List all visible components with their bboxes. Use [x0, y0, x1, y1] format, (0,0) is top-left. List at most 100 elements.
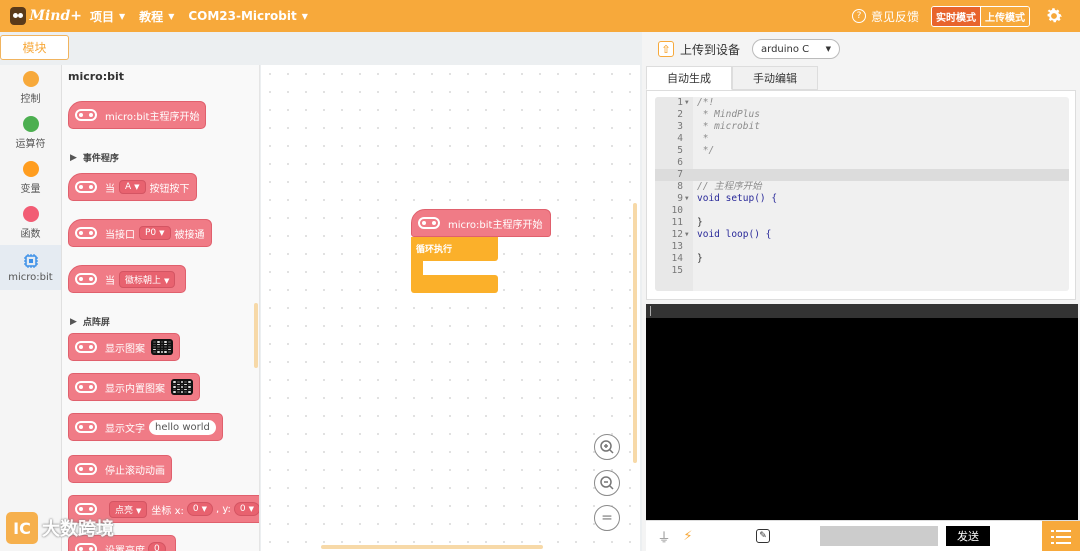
code-line[interactable]: 7: [655, 169, 1069, 181]
code-line[interactable]: 15: [655, 265, 1069, 277]
block-stop-animation[interactable]: 停止滚动动画: [68, 455, 172, 483]
block-flyout: micro:bit micro:bit主程序开始 ▶ 事件程序 当 A ▼ 按钮按…: [62, 65, 260, 551]
brightness-field[interactable]: 0: [148, 542, 166, 551]
line-number: 1: [677, 97, 683, 108]
send-button[interactable]: 发送: [946, 526, 990, 546]
line-number: 5: [677, 145, 683, 156]
section-matrix[interactable]: ▶ 点阵屏: [70, 315, 110, 329]
pin-dropdown[interactable]: P0 ▼: [139, 226, 171, 240]
gesture-dropdown[interactable]: 徽标朝上 ▼: [119, 270, 176, 288]
workspace-block-forever[interactable]: 循环执行: [411, 237, 498, 261]
serial-send-input[interactable]: [820, 526, 938, 546]
serial-output-bar: [646, 304, 1078, 318]
block-when-pin[interactable]: 当接口 P0 ▼ 被接通: [68, 219, 212, 247]
code-line[interactable]: 12 ▼ void loop() {: [655, 229, 1069, 241]
category-rail: 控制 运算符 变量 函数 micro:bit: [0, 65, 62, 551]
flyout-scrollbar[interactable]: [254, 303, 258, 368]
chevron-down-icon: ▼: [201, 505, 207, 513]
block-when-gesture[interactable]: 当 徽标朝上 ▼: [68, 265, 187, 293]
board-select[interactable]: arduino C ▼: [752, 39, 841, 59]
app-logo: Mind+: [10, 7, 82, 25]
category-control[interactable]: 控制: [0, 65, 61, 110]
led-matrix-field[interactable]: [151, 339, 173, 355]
category-operators[interactable]: 运算符: [0, 110, 61, 155]
feedback-button[interactable]: ? 意见反馈: [851, 8, 919, 25]
microbit-icon: [75, 543, 97, 551]
plug-icon[interactable]: ⚡: [678, 526, 698, 546]
workspace-vertical-scrollbar[interactable]: [633, 203, 637, 463]
upload-icon[interactable]: ⇧: [658, 41, 674, 57]
zoom-in-icon[interactable]: [594, 434, 620, 460]
eraser-icon[interactable]: ✎: [756, 529, 770, 543]
code-line[interactable]: 13: [655, 241, 1069, 253]
fold-icon[interactable]: ▼: [685, 229, 689, 241]
gear-icon[interactable]: [1044, 6, 1064, 26]
usb-icon[interactable]: ⏚: [654, 526, 674, 546]
y-field[interactable]: 0 ▼: [233, 502, 259, 516]
tab-auto-generate[interactable]: 自动生成: [646, 66, 732, 90]
menu-connection[interactable]: COM23-Microbit ▼: [188, 9, 308, 23]
menu-tutorial[interactable]: 教程 ▼: [139, 8, 174, 25]
reset-icon[interactable]: =: [594, 505, 620, 531]
block-show-image[interactable]: 显示图案: [68, 333, 180, 361]
line-number: 15: [671, 265, 683, 276]
block-when-button[interactable]: 当 A ▼ 按钮按下: [68, 173, 197, 201]
block-show-builtin-image[interactable]: 显示内置图案: [68, 373, 200, 401]
chip-icon: [23, 253, 38, 268]
mode-toggle[interactable]: 实时模式 上传模式: [931, 5, 1030, 27]
code-line[interactable]: 5 */: [655, 145, 1069, 157]
code-line[interactable]: 4 *: [655, 133, 1069, 145]
text-cursor: [650, 306, 651, 316]
button-dropdown[interactable]: A ▼: [119, 180, 146, 194]
category-functions[interactable]: 函数: [0, 200, 61, 245]
x-field[interactable]: 0 ▼: [186, 502, 213, 516]
chevron-down-icon: ▼: [248, 505, 255, 513]
menu-project[interactable]: 项目 ▼: [90, 8, 125, 25]
help-icon: ?: [851, 9, 866, 23]
upload-mode-button[interactable]: 上传模式: [980, 6, 1029, 26]
code-text: void loop() {: [697, 229, 772, 240]
chevron-down-icon: ▼: [119, 11, 126, 21]
microbit-icon: [75, 463, 97, 475]
workspace-horizontal-scrollbar[interactable]: [321, 545, 543, 549]
code-line[interactable]: 3 * microbit: [655, 121, 1069, 133]
category-variables[interactable]: 变量: [0, 155, 61, 200]
top-bar: Mind+ 项目 ▼ 教程 ▼ COM23-Microbit ▼ ? 意见反馈 实时模…: [0, 0, 1080, 32]
watermark: IC 大数跨境: [6, 512, 114, 544]
realtime-mode-button[interactable]: 实时模式: [932, 6, 980, 26]
block-workspace[interactable]: micro:bit主程序开始 循环执行 =: [261, 65, 640, 551]
code-line[interactable]: 9 ▼ void setup() {: [655, 193, 1069, 205]
code-text: void setup() {: [697, 193, 778, 204]
logo-text: Mind+: [29, 8, 82, 24]
plot-dropdown[interactable]: 点亮 ▼: [109, 500, 148, 518]
code-line[interactable]: 6: [655, 157, 1069, 169]
block-show-text[interactable]: 显示文字 hello world: [68, 413, 223, 441]
text-input-field[interactable]: hello world: [149, 419, 216, 435]
zoom-out-icon[interactable]: [594, 470, 620, 496]
chevron-down-icon: ▼: [301, 11, 308, 21]
line-number: 3: [677, 121, 683, 132]
code-line[interactable]: 11}: [655, 217, 1069, 229]
led-matrix-field[interactable]: [171, 379, 193, 395]
section-events[interactable]: ▶ 事件程序: [70, 151, 119, 165]
top-right-controls: ? 意见反馈 实时模式 上传模式: [851, 0, 1080, 32]
list-menu-button[interactable]: [1042, 521, 1080, 551]
code-line[interactable]: 10: [655, 205, 1069, 217]
code-line[interactable]: 2 * MindPlus: [655, 109, 1069, 121]
fold-icon[interactable]: ▼: [685, 97, 689, 109]
code-line[interactable]: 8 // 主程序开始: [655, 181, 1069, 193]
serial-monitor[interactable]: [646, 304, 1078, 520]
line-number: 7: [677, 169, 683, 180]
category-microbit[interactable]: micro:bit: [0, 245, 61, 290]
workspace-block-main-start[interactable]: micro:bit主程序开始: [411, 209, 552, 237]
microbit-icon: [418, 217, 440, 229]
blocks-tab[interactable]: 模块: [0, 35, 69, 60]
upload-button[interactable]: 上传到设备: [680, 41, 740, 58]
code-editor[interactable]: 1 ▼/*! 2 * MindPlus 3 * microbit 4 * 5 */6 7 8/…: [655, 97, 1069, 291]
code-line[interactable]: 1 ▼ /*!: [655, 97, 1069, 109]
chevron-down-icon: ▼: [159, 229, 165, 237]
tab-manual-edit[interactable]: 手动编辑: [732, 66, 818, 90]
code-line[interactable]: 14}: [655, 253, 1069, 265]
fold-icon[interactable]: ▼: [685, 193, 689, 205]
block-main-start[interactable]: micro:bit主程序开始: [68, 101, 207, 129]
